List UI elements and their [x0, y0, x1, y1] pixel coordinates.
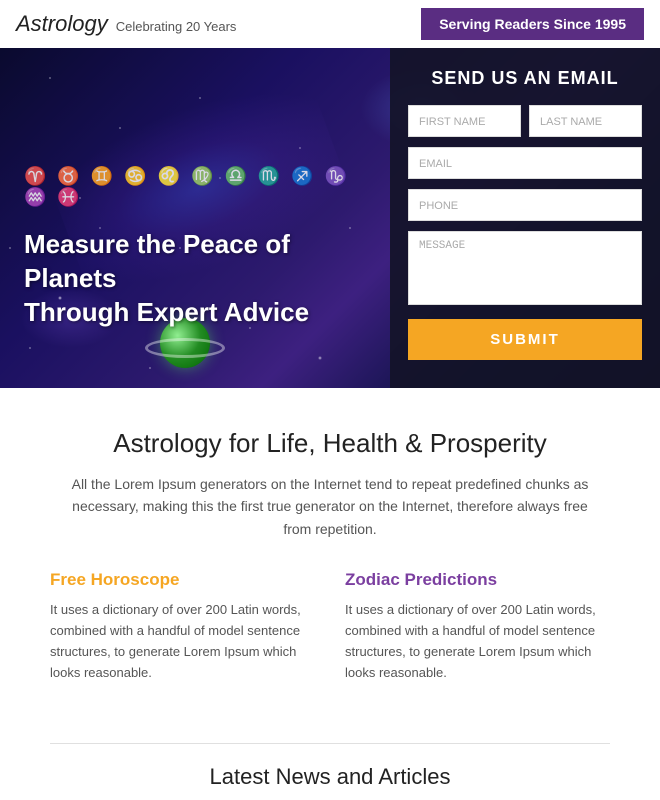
feature-text-horoscope: It uses a dictionary of over 200 Latin w… — [50, 600, 315, 683]
feature-text-zodiac: It uses a dictionary of over 200 Latin w… — [345, 600, 610, 683]
first-name-input[interactable] — [408, 105, 521, 137]
phone-input[interactable] — [408, 189, 642, 221]
site-subtitle: Celebrating 20 Years — [116, 19, 237, 34]
main-title: Astrology for Life, Health & Prosperity — [50, 428, 610, 459]
contact-form-panel: SEND US AN EMAIL SUBMIT — [390, 48, 660, 388]
submit-button[interactable]: SUBMIT — [408, 319, 642, 360]
main-description: All the Lorem Ipsum generators on the In… — [70, 473, 590, 540]
feature-free-horoscope: Free Horoscope It uses a dictionary of o… — [50, 570, 315, 683]
hero-title-line2: Through Expert Advice — [24, 297, 309, 327]
zodiac-symbols: ♈ ♉ ♊ ♋ ♌ ♍ ♎ ♏ ♐ ♑ ♒ ♓ — [24, 166, 366, 208]
hero-section: ♈ ♉ ♊ ♋ ♌ ♍ ♎ ♏ ♐ ♑ ♒ ♓ Measure the Peac… — [0, 48, 660, 388]
site-branding: Astrology Celebrating 20 Years — [16, 11, 236, 37]
latest-news-section: Latest News and Articles — [0, 744, 660, 800]
name-row — [408, 105, 642, 137]
hero-content: ♈ ♉ ♊ ♋ ♌ ♍ ♎ ♏ ♐ ♑ ♒ ♓ Measure the Peac… — [0, 48, 390, 388]
feature-zodiac-predictions: Zodiac Predictions It uses a dictionary … — [345, 570, 610, 683]
last-name-input[interactable] — [529, 105, 642, 137]
site-title: Astrology — [16, 11, 108, 37]
feature-title-zodiac: Zodiac Predictions — [345, 570, 610, 590]
form-title: SEND US AN EMAIL — [408, 68, 642, 89]
email-input[interactable] — [408, 147, 642, 179]
hero-title: Measure the Peace of Planets Through Exp… — [24, 228, 366, 329]
hero-title-line1: Measure the Peace of Planets — [24, 229, 290, 293]
feature-title-horoscope: Free Horoscope — [50, 570, 315, 590]
main-content: Astrology for Life, Health & Prosperity … — [0, 388, 660, 743]
tagline-badge: Serving Readers Since 1995 — [421, 8, 644, 40]
features-section: Free Horoscope It uses a dictionary of o… — [50, 570, 610, 683]
message-input[interactable] — [408, 231, 642, 305]
page-header: Astrology Celebrating 20 Years Serving R… — [0, 0, 660, 48]
latest-news-title: Latest News and Articles — [50, 764, 610, 790]
